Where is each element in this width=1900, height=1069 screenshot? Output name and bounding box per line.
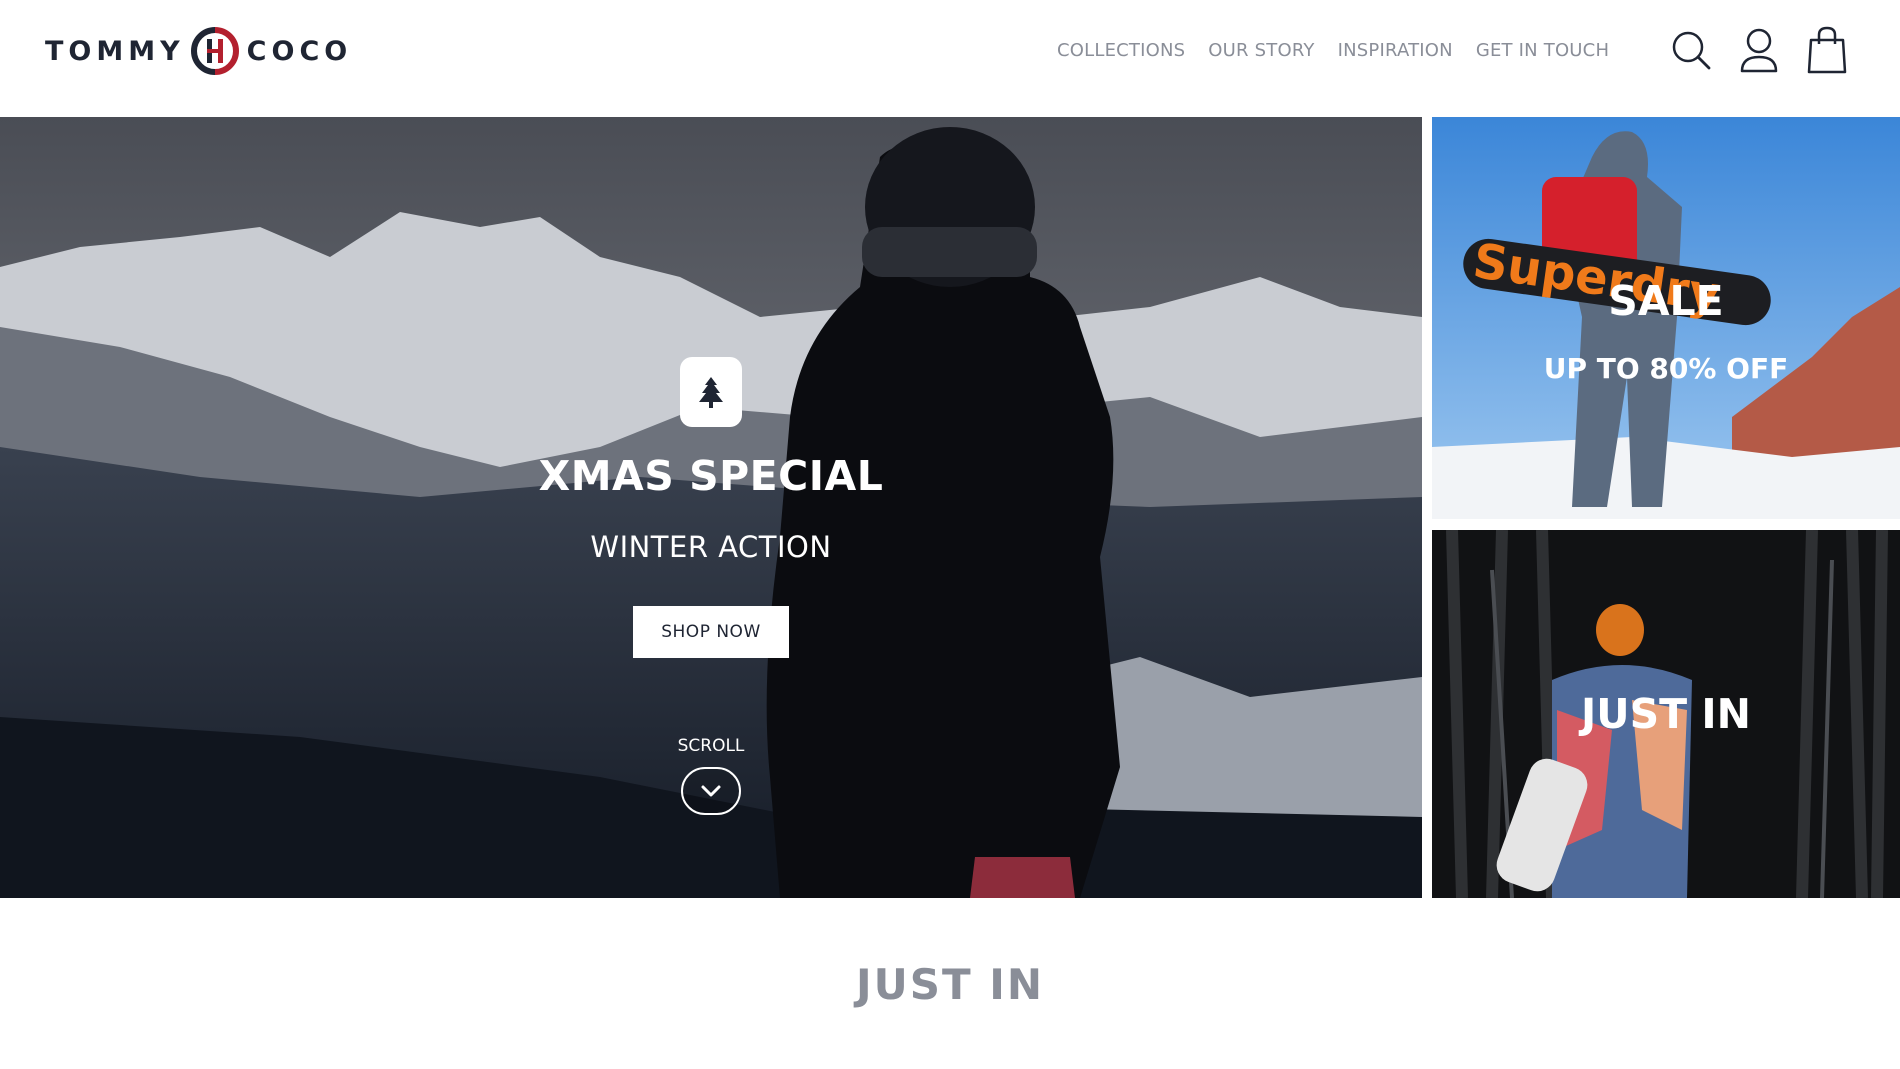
chevron-down-icon — [701, 785, 721, 797]
nav-item-collections[interactable]: COLLECTIONS — [1057, 40, 1185, 61]
logo-word-left: TOMMY — [45, 35, 185, 67]
scroll-down-button[interactable] — [681, 767, 741, 815]
shopping-bag-icon[interactable] — [1804, 25, 1850, 75]
brand-logo[interactable]: TOMMY COCO — [45, 26, 352, 76]
sale-title: SALE — [1608, 277, 1724, 325]
sale-tile[interactable]: Superdry SALE UP TO 80% OFF — [1432, 117, 1900, 519]
account-icon[interactable] — [1736, 25, 1782, 75]
nav-item-our-story[interactable]: OUR STORY — [1208, 40, 1314, 61]
nav-item-get-in-touch[interactable]: GET IN TOUCH — [1476, 40, 1609, 61]
sale-subtitle: UP TO 80% OFF — [1543, 352, 1789, 385]
just-in-tile[interactable]: JUST IN — [1432, 530, 1900, 898]
site-header: TOMMY COCO COLLECTIONS OUR STORY INSPIRA… — [0, 0, 1900, 117]
main-nav: COLLECTIONS OUR STORY INSPIRATION GET IN… — [1057, 40, 1632, 61]
scroll-label: SCROLL — [677, 736, 745, 756]
hero-badge — [680, 357, 742, 427]
search-icon[interactable] — [1668, 25, 1714, 75]
shop-now-button[interactable]: SHOP NOW — [633, 606, 789, 658]
logo-mark-icon — [190, 27, 239, 75]
header-actions — [1668, 25, 1872, 75]
just-in-section-title: JUST IN — [855, 960, 1045, 1009]
hero-subtitle: WINTER ACTION — [590, 530, 832, 564]
hero-content: XMAS SPECIAL WINTER ACTION SHOP NOW SCRO… — [0, 117, 1422, 898]
just-in-tile-title: JUST IN — [1581, 690, 1751, 738]
logo-word-right: COCO — [246, 35, 353, 67]
hero-banner: XMAS SPECIAL WINTER ACTION SHOP NOW SCRO… — [0, 117, 1422, 898]
tree-icon — [699, 377, 723, 408]
nav-item-inspiration[interactable]: INSPIRATION — [1338, 40, 1453, 61]
hero-title: XMAS SPECIAL — [538, 452, 884, 500]
